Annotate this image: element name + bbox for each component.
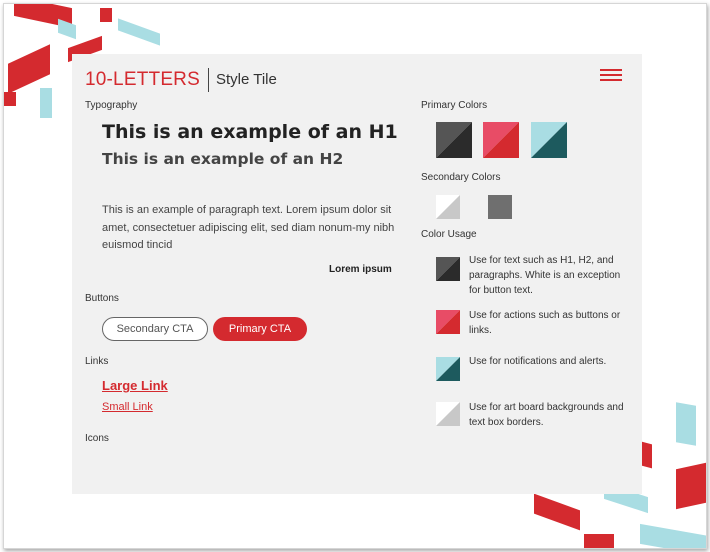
decorative-shape <box>118 18 160 46</box>
usage-text-red: Use for actions such as buttons or links… <box>469 310 621 336</box>
bold-text-example: Lorem ipsum <box>329 264 392 275</box>
usage-swatch-red <box>436 310 460 334</box>
hamburger-menu-icon[interactable] <box>600 69 622 83</box>
links-label: Links <box>85 356 109 367</box>
usage-text-dark-gray: Use for text such as H1, H2, and paragra… <box>469 255 621 296</box>
h2-example: This is an example of an H2 <box>102 150 344 168</box>
small-link[interactable]: Small Link <box>102 401 153 413</box>
color-usage-label: Color Usage <box>421 229 477 240</box>
primary-swatch-teal <box>531 122 567 158</box>
secondary-cta-button[interactable]: Secondary CTA <box>102 317 208 341</box>
usage-swatch-dark-gray <box>436 257 460 281</box>
decorative-shape <box>58 18 76 40</box>
secondary-swatch-light-gray <box>436 195 460 219</box>
h1-example: This is an example of an H1 <box>102 121 398 143</box>
usage-text-teal: Use for notifications and alerts. <box>469 356 607 367</box>
secondary-colors-label: Secondary Colors <box>421 172 501 183</box>
decorative-shape <box>100 8 112 22</box>
decorative-shape <box>4 92 16 106</box>
paragraph-example: This is an example of paragraph text. Lo… <box>102 204 395 251</box>
decorative-shape <box>534 493 580 531</box>
usage-swatch-teal <box>436 357 460 381</box>
decorative-shape <box>676 402 696 446</box>
typography-label: Typography <box>85 100 138 111</box>
logo: 10-LETTERS <box>85 69 200 90</box>
primary-cta-button[interactable]: Primary CTA <box>213 317 307 341</box>
style-tile-frame: 10-LETTERS Style Tile Typography This is… <box>3 3 707 549</box>
decorative-shape <box>8 44 50 94</box>
primary-colors-label: Primary Colors <box>421 100 488 111</box>
primary-swatch-red <box>483 122 519 158</box>
style-tile-panel: 10-LETTERS Style Tile Typography This is… <box>72 54 642 494</box>
decorative-shape <box>40 88 52 118</box>
large-link[interactable]: Large Link <box>102 378 168 393</box>
decorative-shape <box>676 462 706 510</box>
icons-label: Icons <box>85 433 109 444</box>
decorative-shape <box>584 534 614 548</box>
primary-swatch-dark-gray <box>436 122 472 158</box>
decorative-shape <box>640 523 706 548</box>
buttons-label: Buttons <box>85 293 119 304</box>
secondary-swatch-mid-gray <box>488 195 512 219</box>
header-divider <box>208 68 209 92</box>
usage-swatch-light-gray <box>436 402 460 426</box>
page-title: Style Tile <box>216 71 277 88</box>
usage-text-light-gray: Use for art board backgrounds and text b… <box>469 402 624 428</box>
